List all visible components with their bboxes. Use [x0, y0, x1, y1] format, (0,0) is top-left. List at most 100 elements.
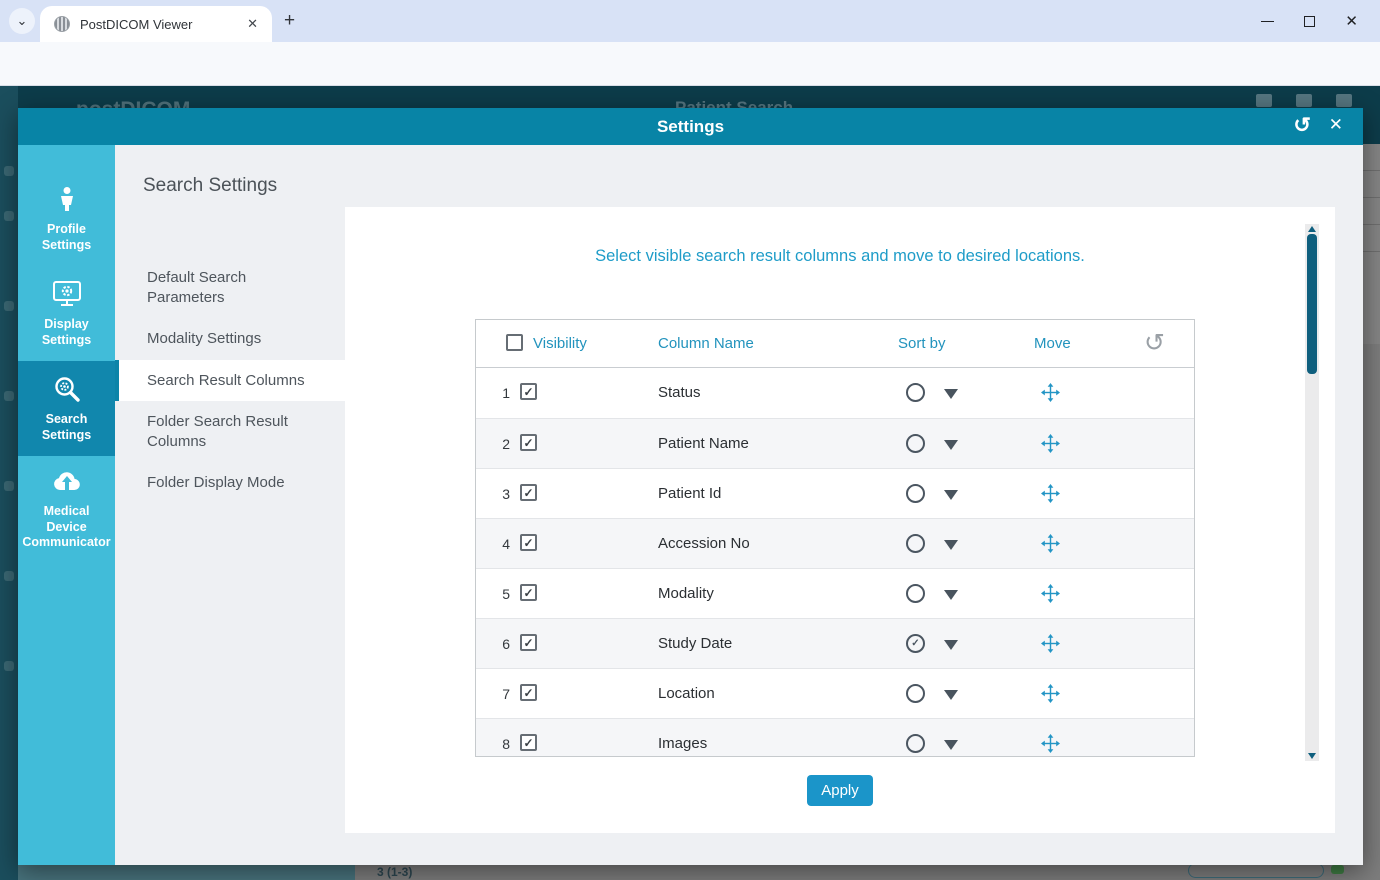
app-list-edge	[1363, 144, 1380, 344]
row-order-number: 4	[494, 536, 510, 552]
visibility-checkbox[interactable]: ✓	[520, 634, 537, 651]
visibility-checkbox[interactable]: ✓	[520, 734, 537, 751]
visibility-checkbox[interactable]: ✓	[520, 534, 537, 551]
column-name-label: Patient Name	[658, 435, 749, 452]
table-row: 4 ✓ Accession No	[476, 518, 1194, 568]
move-icon[interactable]	[1041, 383, 1060, 407]
settings-dialog-header: Settings ↺ ✕	[18, 108, 1363, 145]
move-icon[interactable]	[1041, 534, 1060, 558]
browser-tab[interactable]: PostDICOM Viewer ✕	[40, 6, 272, 42]
move-icon[interactable]	[1041, 684, 1060, 708]
row-order-number: 3	[494, 486, 510, 502]
tab-close-icon[interactable]: ✕	[243, 14, 262, 34]
sort-radio[interactable]	[906, 484, 925, 503]
column-name-label: Patient Id	[658, 485, 721, 502]
sort-direction-icon[interactable]	[944, 440, 958, 450]
column-name-label: Location	[658, 685, 715, 702]
move-icon[interactable]	[1041, 484, 1060, 508]
sidebar-item-medical-device-communicator[interactable]: Medical Device Communicator	[18, 456, 115, 561]
app-footer-pill	[1188, 863, 1324, 878]
sidebar-item-label: Search Settings	[22, 412, 111, 443]
column-name-label: Accession No	[658, 535, 750, 552]
sort-by-header: Sort by	[898, 335, 946, 352]
visibility-checkbox[interactable]: ✓	[520, 484, 537, 501]
window-minimize-button[interactable]	[1261, 21, 1274, 22]
move-icon[interactable]	[1041, 734, 1060, 757]
sort-direction-icon[interactable]	[944, 540, 958, 550]
section-heading: Search Settings	[143, 175, 345, 197]
sort-direction-icon[interactable]	[944, 640, 958, 650]
sidebar-item-display-settings[interactable]: Display Settings	[18, 266, 115, 361]
window-maximize-button[interactable]	[1304, 16, 1315, 27]
sidebar-item-profile-settings[interactable]: Profile Settings	[18, 171, 115, 266]
nav-item-search-result-columns[interactable]: Search Result Columns	[115, 360, 345, 402]
move-icon[interactable]	[1041, 584, 1060, 608]
tab-search-button[interactable]: ⌄	[9, 8, 35, 34]
table-row: 5 ✓ Modality	[476, 568, 1194, 618]
row-order-number: 8	[494, 736, 510, 752]
section-nav-list: Default Search Parameters Modality Setti…	[115, 257, 345, 504]
settings-sidebar: Profile Settings Display Settings	[18, 145, 115, 865]
apply-button[interactable]: Apply	[807, 775, 873, 806]
scroll-down-icon[interactable]	[1308, 753, 1316, 759]
browser-titlebar: ⌄ PostDICOM Viewer ✕ + ✕	[0, 0, 1380, 42]
sort-direction-icon[interactable]	[944, 389, 958, 399]
person-icon	[52, 184, 82, 214]
sort-radio[interactable]	[906, 434, 925, 453]
sidebar-item-search-settings[interactable]: Search Settings	[18, 361, 115, 456]
nav-item-folder-display-mode[interactable]: Folder Display Mode	[115, 462, 345, 504]
table-row: 6 ✓ Study Date ✓	[476, 618, 1194, 668]
visibility-select-all-checkbox[interactable]	[506, 334, 523, 351]
column-name-label: Modality	[658, 585, 714, 602]
sort-radio[interactable]	[906, 734, 925, 753]
move-icon[interactable]	[1041, 434, 1060, 458]
nav-item-modality-settings[interactable]: Modality Settings	[115, 318, 345, 360]
sort-radio[interactable]	[906, 584, 925, 603]
sort-radio[interactable]: ✓	[906, 634, 925, 653]
row-order-number: 6	[494, 636, 510, 652]
table-row: 3 ✓ Patient Id	[476, 468, 1194, 518]
nav-item-default-search-parameters[interactable]: Default Search Parameters	[115, 257, 345, 318]
column-name-header: Column Name	[658, 335, 754, 352]
sort-radio[interactable]	[906, 383, 925, 402]
window-close-button[interactable]: ✕	[1345, 14, 1358, 29]
favicon-icon	[54, 16, 70, 32]
settings-content-area: Select visible search result columns and…	[345, 145, 1363, 865]
dialog-reset-icon[interactable]: ↺	[1293, 113, 1311, 138]
column-table-header: Visibility Column Name Sort by Move ↺	[476, 320, 1194, 368]
sort-direction-icon[interactable]	[944, 690, 958, 700]
row-order-number: 7	[494, 686, 510, 702]
sort-direction-icon[interactable]	[944, 740, 958, 750]
sort-direction-icon[interactable]	[944, 490, 958, 500]
visibility-checkbox[interactable]: ✓	[520, 434, 537, 451]
settings-section-nav: Search Settings Default Search Parameter…	[115, 145, 345, 865]
sort-radio[interactable]	[906, 684, 925, 703]
move-header: Move	[1034, 335, 1071, 352]
move-icon[interactable]	[1041, 634, 1060, 658]
visibility-checkbox[interactable]: ✓	[520, 383, 537, 400]
scrollbar-thumb[interactable]	[1307, 234, 1317, 374]
visibility-checkbox[interactable]: ✓	[520, 584, 537, 601]
visibility-checkbox[interactable]: ✓	[520, 684, 537, 701]
sort-radio[interactable]	[906, 534, 925, 553]
table-row: 1 ✓ Status	[476, 368, 1194, 418]
result-count-text: 3 (1-3)	[377, 865, 412, 879]
scrollbar[interactable]	[1305, 224, 1319, 761]
storage-icon	[1296, 94, 1312, 107]
table-reset-icon[interactable]: ↺	[1144, 328, 1165, 358]
display-gear-icon	[52, 279, 82, 309]
window-controls: ✕	[1261, 0, 1380, 42]
nav-item-folder-search-result-columns[interactable]: Folder Search Result Columns	[115, 401, 345, 462]
table-row: 7 ✓ Location	[476, 668, 1194, 718]
sort-direction-icon[interactable]	[944, 590, 958, 600]
column-name-label: Status	[658, 384, 701, 401]
new-tab-button[interactable]: +	[284, 10, 295, 32]
cloud-upload-icon	[52, 466, 82, 496]
scroll-up-icon[interactable]	[1308, 226, 1316, 232]
settings-dialog-body: Profile Settings Display Settings	[18, 145, 1363, 865]
sidebar-item-label: Display Settings	[22, 317, 111, 348]
app-footer-icon	[1331, 865, 1344, 874]
dialog-close-icon[interactable]: ✕	[1329, 115, 1343, 135]
chevron-down-icon: ⌄	[17, 13, 28, 29]
column-name-label: Study Date	[658, 635, 732, 652]
